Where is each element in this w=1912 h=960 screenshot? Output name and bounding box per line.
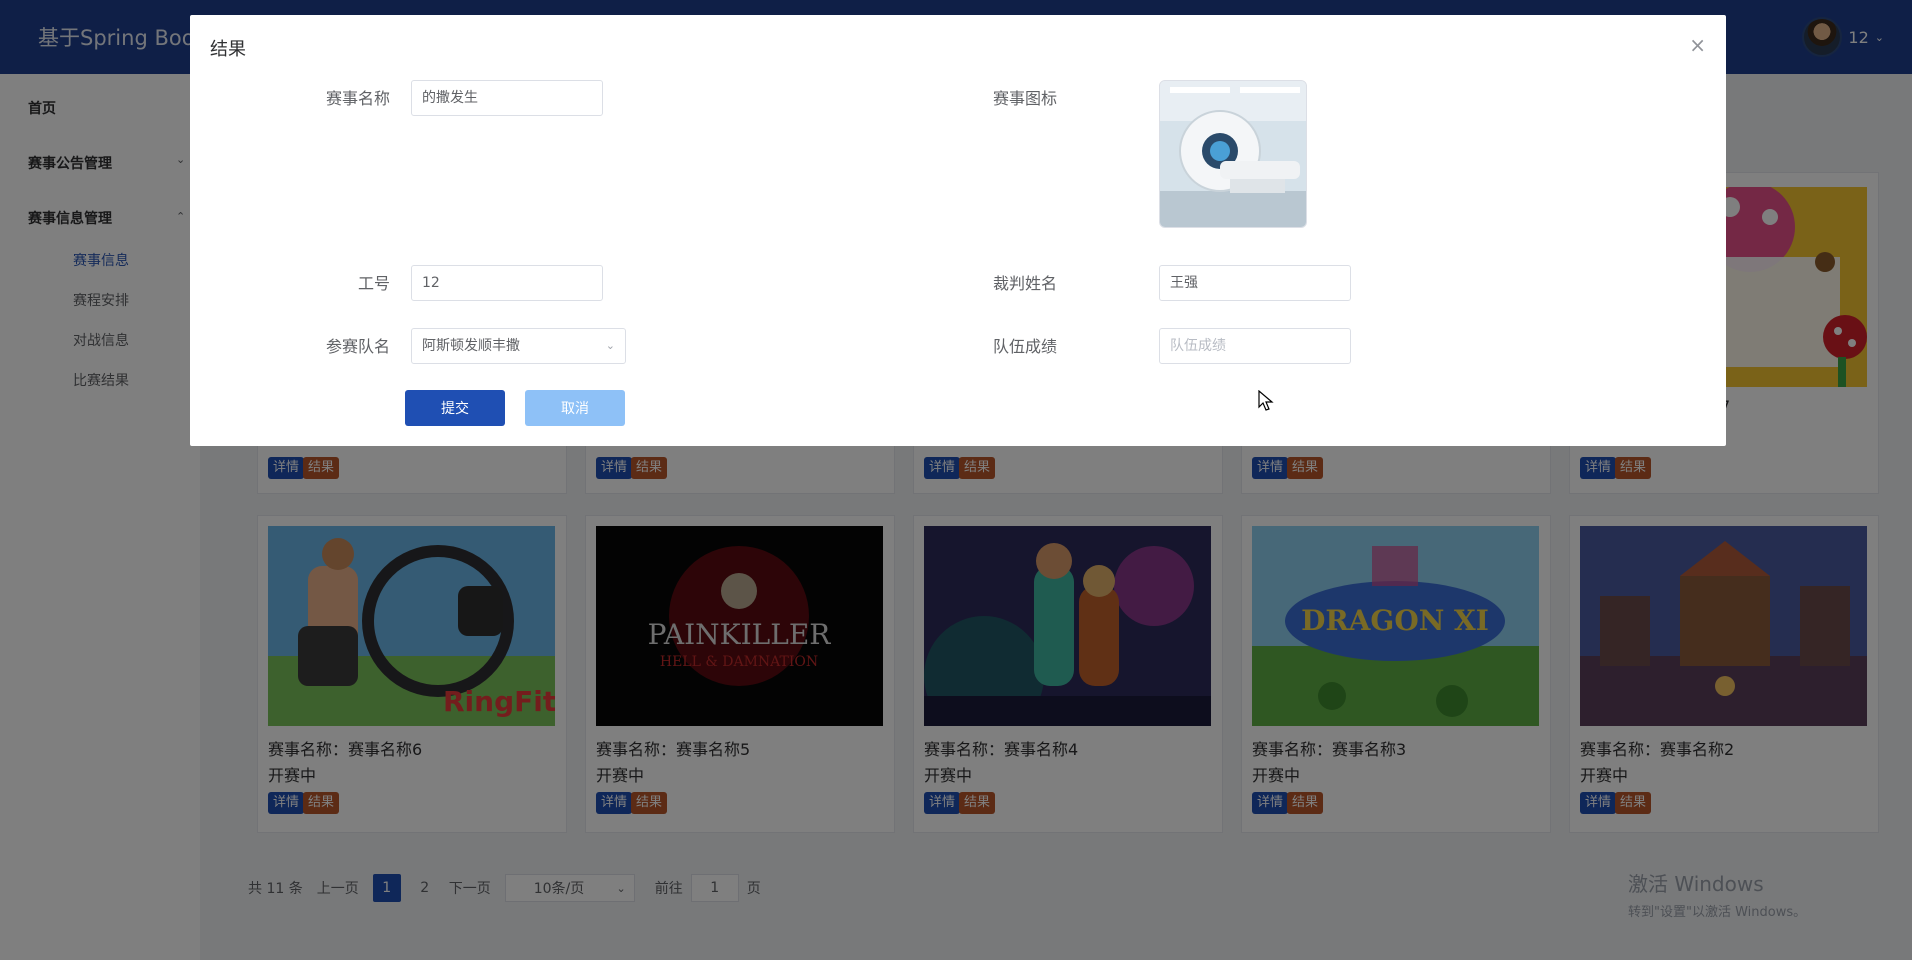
- event-icon-image[interactable]: [1159, 80, 1307, 228]
- mouse-cursor-icon: [1258, 390, 1274, 411]
- team-name-value: 阿斯顿发顺丰撒: [422, 338, 520, 354]
- chevron-down-icon: ⌄: [605, 339, 615, 352]
- referee-name-field[interactable]: 王强: [1159, 265, 1351, 301]
- event-name-label: 赛事名称: [325, 89, 390, 108]
- staff-id-label: 工号: [357, 274, 390, 293]
- event-name-field[interactable]: 的撒发生: [411, 80, 603, 116]
- team-name-select[interactable]: 阿斯顿发顺丰撒 ⌄: [411, 328, 626, 364]
- result-dialog: 结果 × 赛事名称 的撒发生 赛事图标 工号 12 裁判姓名 王强 参赛队名 阿…: [190, 15, 1726, 446]
- close-icon[interactable]: ×: [1689, 33, 1706, 57]
- team-score-field[interactable]: [1159, 328, 1351, 364]
- referee-name-label: 裁判姓名: [992, 274, 1057, 293]
- team-name-label: 参赛队名: [325, 337, 390, 356]
- team-score-label: 队伍成绩: [992, 337, 1057, 356]
- staff-id-field[interactable]: 12: [411, 265, 603, 301]
- cancel-button[interactable]: 取消: [525, 390, 625, 426]
- event-icon-label: 赛事图标: [992, 89, 1057, 108]
- submit-button[interactable]: 提交: [405, 390, 505, 426]
- dialog-title: 结果: [210, 39, 246, 60]
